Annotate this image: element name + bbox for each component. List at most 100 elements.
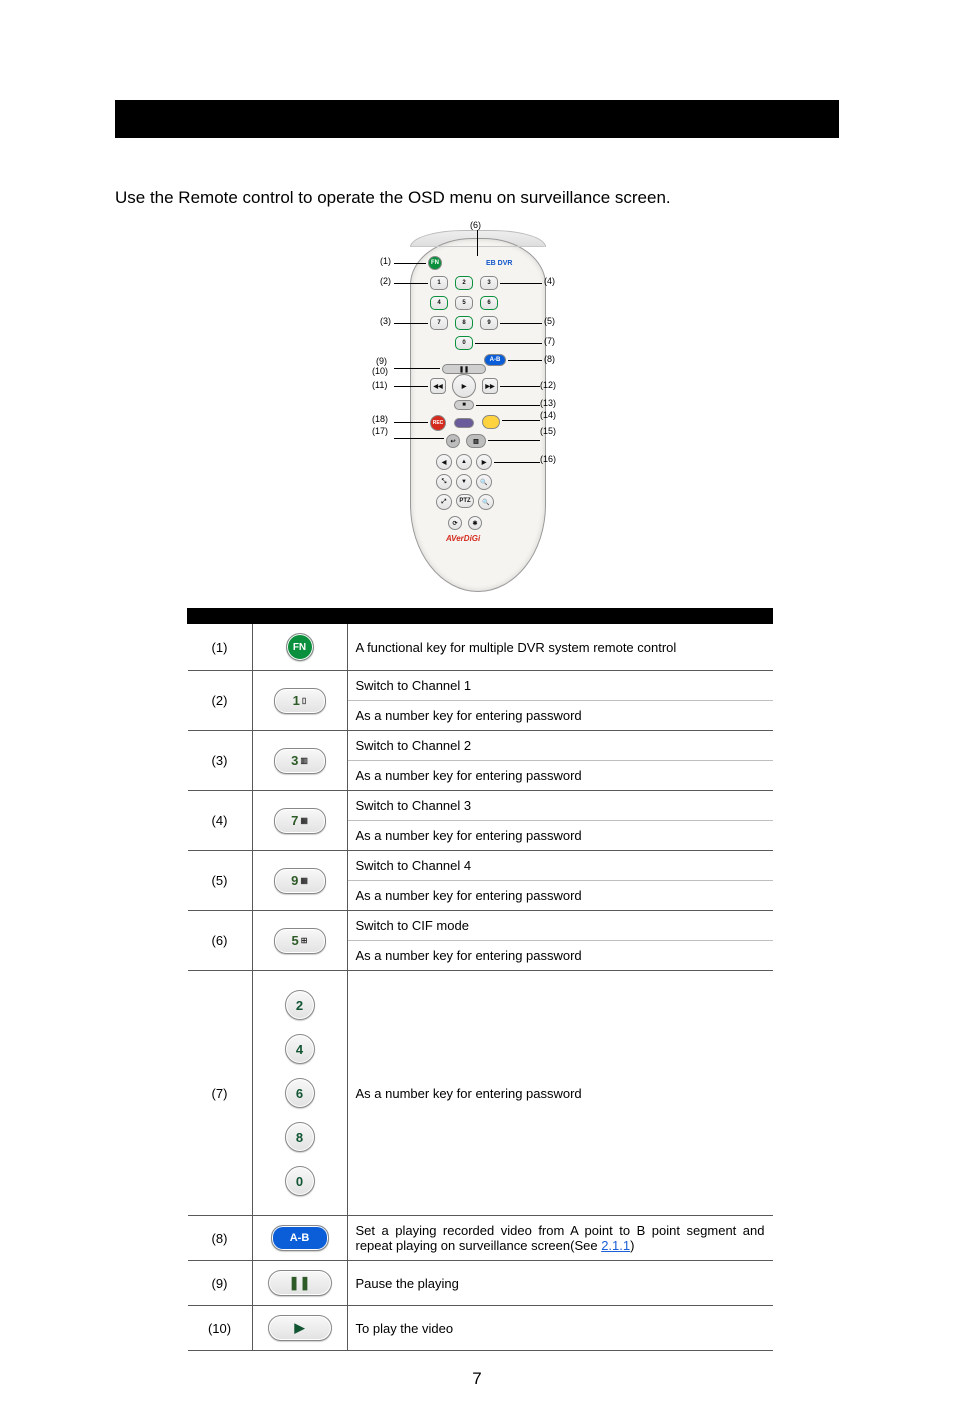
pause-button-icon: ❚❚ — [442, 364, 486, 374]
row-key: 2 4 6 8 0 — [252, 971, 347, 1216]
row-key: 9▦ — [252, 851, 347, 911]
row-num: (1) — [188, 624, 253, 671]
num8-key-icon: 8 — [285, 1122, 315, 1152]
yellow-btn-icon — [482, 415, 500, 429]
num1-key-icon: 1▯ — [274, 688, 326, 714]
table-row: (9) ❚❚ Pause the playing — [188, 1261, 773, 1306]
callout-15: (15) — [540, 426, 556, 436]
table-row: (3) 3▥ Switch to Channel 2 — [188, 731, 773, 761]
row-desc: Set a playing recorded video from A poin… — [347, 1216, 773, 1261]
table-row: (5) 9▦ Switch to Channel 4 — [188, 851, 773, 881]
row-desc: Pause the playing — [347, 1261, 773, 1306]
row-key: 1▯ — [252, 671, 347, 731]
row-desc: A functional key for multiple DVR system… — [347, 624, 773, 671]
row-desc: As a number key for entering password — [347, 701, 773, 731]
play-icon: ▶ — [452, 374, 476, 398]
table-row: (1) FN A functional key for multiple DVR… — [188, 624, 773, 671]
row-desc: Switch to Channel 2 — [347, 731, 773, 761]
remote-key-7: 7 — [430, 316, 448, 330]
callout-12: (12) — [540, 380, 556, 390]
stop-icon: ■ — [454, 400, 474, 410]
remote-key-4: 4 — [430, 296, 448, 310]
dpad-down-icon: ▼ — [456, 474, 472, 490]
small-btn-b-icon: ▥ — [466, 434, 486, 448]
num4-key-icon: 4 — [285, 1034, 315, 1064]
callout-3: (3) — [380, 316, 391, 326]
row-desc: As a number key for entering password — [347, 941, 773, 971]
ptz-button-icon: PTZ — [456, 494, 474, 508]
row-num: (7) — [188, 971, 253, 1216]
row-key: A-B — [252, 1216, 347, 1261]
row-num: (6) — [188, 911, 253, 971]
callout-14: (14) — [540, 410, 556, 420]
remote-key-9: 9 — [480, 316, 498, 330]
row-key: FN — [252, 624, 347, 671]
num5-key-icon: 5⊞ — [274, 928, 326, 954]
row-desc: As a number key for entering password — [347, 881, 773, 911]
remote-key-8: 8 — [455, 316, 473, 330]
fn-button-icon: FN — [428, 256, 442, 270]
table-row: (7) 2 4 6 8 0 As a number key for enteri… — [188, 971, 773, 1216]
page-number: 7 — [0, 1369, 954, 1389]
remote-key-2: 2 — [455, 276, 473, 290]
bottom-btn-2-icon: ✱ — [468, 516, 482, 530]
row-desc: To play the video — [347, 1306, 773, 1351]
table-row: (8) A-B Set a playing recorded video fro… — [188, 1216, 773, 1261]
callout-6: (6) — [470, 220, 481, 230]
row-desc: Switch to Channel 4 — [347, 851, 773, 881]
zoom-out-icon: ⤡ — [436, 474, 452, 490]
row-key: 5⊞ — [252, 911, 347, 971]
callout-1: (1) — [380, 256, 391, 266]
row-num: (8) — [188, 1216, 253, 1261]
fn-key-icon: FN — [286, 633, 314, 661]
row-num: (9) — [188, 1261, 253, 1306]
row-desc: Switch to Channel 1 — [347, 671, 773, 701]
bottom-btn-1-icon: ⟳ — [448, 516, 462, 530]
callout-10: (10) — [372, 366, 388, 376]
row-num: (5) — [188, 851, 253, 911]
callout-8: (8) — [544, 354, 555, 364]
callout-17: (17) — [372, 426, 388, 436]
pause-key-icon: ❚❚ — [268, 1270, 332, 1296]
row-key: 7▦ — [252, 791, 347, 851]
callout-16: (16) — [540, 454, 556, 464]
rec-button-icon: REC — [430, 415, 446, 431]
row-num: (3) — [188, 731, 253, 791]
callout-7: (7) — [544, 336, 555, 346]
row-desc: As a number key for entering password — [347, 761, 773, 791]
row-desc: Switch to Channel 3 — [347, 791, 773, 821]
eb-dvr-label: EB DVR — [486, 260, 512, 267]
num2-key-icon: 2 — [285, 990, 315, 1020]
table-row: (6) 5⊞ Switch to CIF mode — [188, 911, 773, 941]
table-row: (4) 7▦ Switch to Channel 3 — [188, 791, 773, 821]
focus-icon: ⤢ — [436, 494, 452, 510]
row-num: (4) — [188, 791, 253, 851]
callout-2: (2) — [380, 276, 391, 286]
remote-function-table: (1) FN A functional key for multiple DVR… — [187, 608, 773, 1351]
callout-11: (11) — [372, 380, 387, 390]
num3-key-icon: 3▥ — [274, 748, 326, 774]
row-num: (2) — [188, 671, 253, 731]
remote-key-5: 5 — [455, 296, 473, 310]
ffwd-icon: ▶▶ — [482, 378, 498, 394]
row-desc: As a number key for entering password — [347, 821, 773, 851]
play-key-icon: ▶ — [268, 1315, 332, 1341]
zoom-in-icon: 🔍 — [476, 474, 492, 490]
remote-key-0: 0 — [455, 336, 473, 350]
row-num: (10) — [188, 1306, 253, 1351]
remote-key-1: 1 — [430, 276, 448, 290]
callout-4: (4) — [544, 276, 555, 286]
callout-18: (18) — [372, 414, 388, 424]
small-btn-a-icon: ↩ — [446, 434, 460, 448]
section-header-bar — [115, 100, 839, 138]
row-key: ▶ — [252, 1306, 347, 1351]
table-row: (10) ▶ To play the video — [188, 1306, 773, 1351]
callout-5: (5) — [544, 316, 555, 326]
rewind-icon: ◀◀ — [430, 378, 446, 394]
num0-key-icon: 0 — [285, 1166, 315, 1196]
remote-key-6: 6 — [480, 296, 498, 310]
dpad-up-icon: ▲ — [456, 454, 472, 470]
num7-key-icon: 7▦ — [274, 808, 326, 834]
search-icon: 🔍 — [478, 494, 494, 510]
usb-btn-icon — [454, 418, 474, 428]
